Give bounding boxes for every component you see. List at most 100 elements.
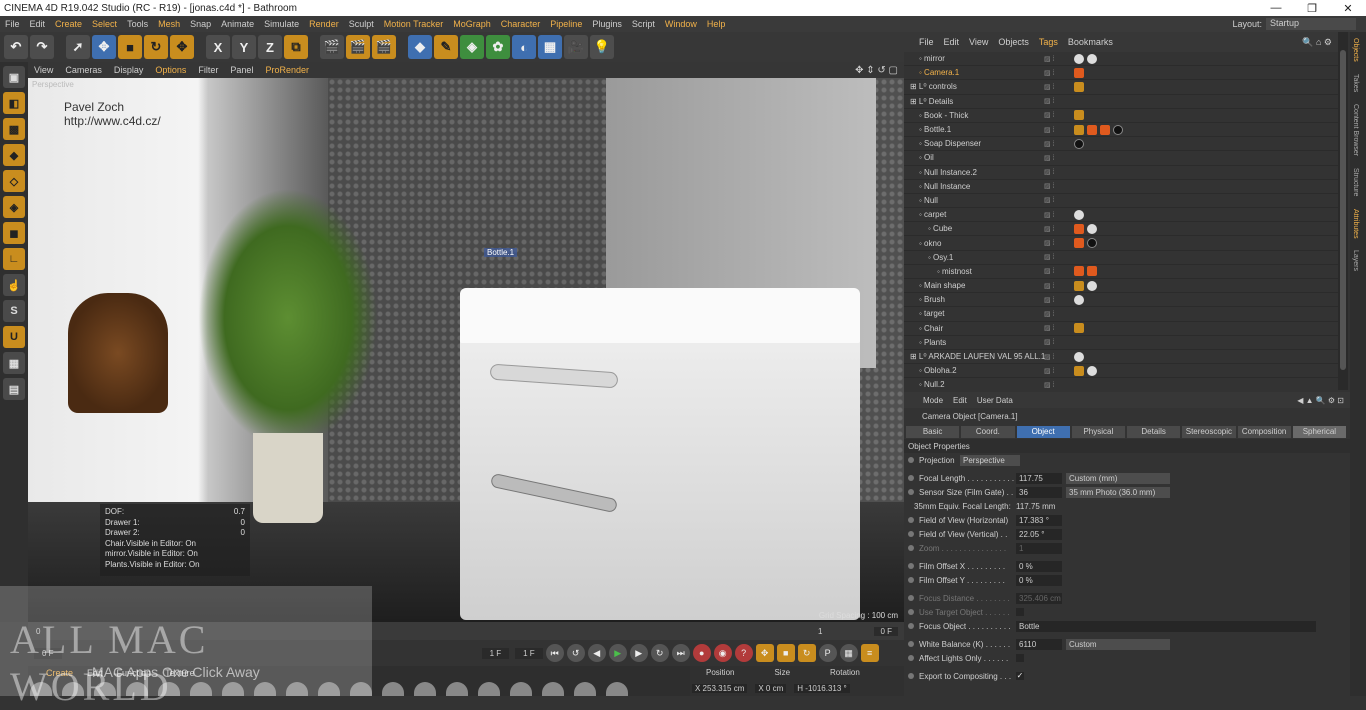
axis-mode-icon[interactable]: ∟ bbox=[3, 248, 25, 270]
scale-key-icon[interactable]: ■ bbox=[776, 644, 795, 662]
material-swatch[interactable] bbox=[542, 682, 564, 696]
object-name[interactable]: ◦ Main shape bbox=[919, 281, 965, 290]
menu-help[interactable]: Help bbox=[702, 19, 731, 29]
menu-sculpt[interactable]: Sculpt bbox=[344, 19, 379, 29]
attribute-nav-icons[interactable]: ◀ ▲ 🔍 ⚙ ⊡ bbox=[1292, 396, 1350, 405]
menu-render[interactable]: Render bbox=[304, 19, 344, 29]
anim-dot[interactable] bbox=[908, 517, 914, 523]
object-name[interactable]: ⊞ L⁰ Details bbox=[910, 97, 953, 106]
hud-value[interactable]: 0 bbox=[241, 518, 245, 529]
visibility-flags[interactable]: ▨ ⁞ bbox=[1044, 126, 1055, 134]
object-manager-scrollbar[interactable] bbox=[1338, 32, 1348, 390]
size-x-field[interactable]: X 0 cm bbox=[755, 684, 787, 693]
x-axis-icon[interactable]: X bbox=[206, 35, 230, 59]
object-name[interactable]: ◦ Null.2 bbox=[919, 380, 945, 389]
affect-lights-checkbox[interactable] bbox=[1016, 654, 1024, 662]
object-row[interactable]: ◦ Cube ▨ ⁞ bbox=[904, 222, 1338, 237]
prev-frame-icon[interactable]: ◀ bbox=[587, 644, 606, 662]
tag-icon[interactable] bbox=[1113, 124, 1123, 135]
projection-select[interactable]: Perspective bbox=[960, 454, 1020, 466]
object-name[interactable]: ◦ Null bbox=[919, 196, 938, 205]
render-picture-icon[interactable]: 🎬 bbox=[346, 35, 370, 59]
object-menu-objects[interactable]: Objects bbox=[993, 37, 1034, 47]
camera-icon[interactable]: 🎥 bbox=[564, 35, 588, 59]
export-checkbox[interactable]: ✓ bbox=[1016, 672, 1024, 680]
z-axis-icon[interactable]: Z bbox=[258, 35, 282, 59]
anim-dot[interactable] bbox=[908, 475, 914, 481]
tag-icon[interactable] bbox=[1074, 280, 1084, 291]
hud-value[interactable]: 0 bbox=[241, 528, 245, 539]
viewport-menu-prorender[interactable]: ProRender bbox=[259, 65, 315, 75]
object-name[interactable]: ◦ Cube bbox=[928, 224, 952, 233]
scroll-thumb[interactable] bbox=[1340, 50, 1346, 370]
preview-max-field[interactable]: 1 F bbox=[481, 647, 510, 659]
next-key-icon[interactable]: ↻ bbox=[650, 644, 669, 662]
viewport[interactable]: Perspective Pavel Zoch http://www.c4d.cz… bbox=[28, 78, 904, 622]
tag-icon[interactable] bbox=[1087, 53, 1097, 64]
tab-object[interactable]: Object bbox=[1016, 426, 1070, 438]
object-row[interactable]: ◦ Osy.1 ▨ ⁞ bbox=[904, 251, 1338, 265]
y-axis-icon[interactable]: Y bbox=[232, 35, 256, 59]
tab-physical[interactable]: Physical bbox=[1071, 426, 1125, 438]
visibility-flags[interactable]: ▨ ⁞ bbox=[1044, 154, 1055, 162]
side-tab-objects[interactable]: Objects bbox=[1350, 32, 1361, 68]
goto-end-icon[interactable]: ⏭ bbox=[671, 644, 690, 662]
sensor-preset[interactable]: 35 mm Photo (36.0 mm) bbox=[1066, 486, 1170, 498]
visibility-flags[interactable]: ▨ ⁞ bbox=[1044, 381, 1055, 389]
tab-spherical[interactable]: Spherical bbox=[1292, 426, 1346, 438]
visibility-flags[interactable]: ▨ ⁞ bbox=[1044, 182, 1055, 190]
side-tab-structure[interactable]: Structure bbox=[1350, 162, 1361, 202]
material-swatch[interactable] bbox=[414, 682, 436, 696]
magnet-icon[interactable]: U bbox=[3, 326, 25, 348]
layout-select[interactable]: Startup bbox=[1266, 18, 1356, 30]
tag-icon[interactable] bbox=[1100, 124, 1110, 135]
side-tab-layers[interactable]: Layers bbox=[1350, 244, 1361, 277]
visibility-flags[interactable]: ▨ ⁞ bbox=[1044, 168, 1055, 176]
tab-composition[interactable]: Composition bbox=[1237, 426, 1291, 438]
tag-icon[interactable] bbox=[1087, 223, 1097, 234]
object-name[interactable]: ◦ Brush bbox=[919, 295, 945, 304]
object-name[interactable]: ◦ mirror bbox=[919, 54, 945, 63]
tag-icon[interactable] bbox=[1087, 266, 1097, 277]
close-button[interactable]: ✕ bbox=[1330, 2, 1366, 15]
visibility-flags[interactable]: ▨ ⁞ bbox=[1044, 367, 1055, 375]
tweak-icon[interactable]: ☝ bbox=[3, 274, 25, 296]
visibility-flags[interactable]: ▨ ⁞ bbox=[1044, 239, 1055, 247]
menu-script[interactable]: Script bbox=[627, 19, 660, 29]
model-mode-icon[interactable]: ◧ bbox=[3, 92, 25, 114]
object-row[interactable]: ⊞ L⁰ controls ▨ ⁞ bbox=[904, 80, 1338, 95]
object-name[interactable]: ◦ Null Instance.2 bbox=[919, 168, 977, 177]
tag-icon[interactable] bbox=[1074, 53, 1084, 64]
object-row[interactable]: ◦ Plants ▨ ⁞ bbox=[904, 336, 1338, 350]
tab-basic[interactable]: Basic bbox=[906, 426, 960, 438]
tag-icon[interactable] bbox=[1074, 351, 1084, 362]
make-editable-icon[interactable]: ▣ bbox=[3, 66, 25, 88]
material-swatch[interactable] bbox=[510, 682, 532, 696]
object-name[interactable]: ◦ target bbox=[919, 309, 945, 318]
object-name[interactable]: ◦ Osy.1 bbox=[928, 253, 953, 262]
position-key-icon[interactable]: ✥ bbox=[755, 644, 774, 662]
material-swatch[interactable] bbox=[446, 682, 468, 696]
next-frame-icon[interactable]: ▶ bbox=[629, 644, 648, 662]
object-row[interactable]: ◦ Main shape ▨ ⁞ bbox=[904, 279, 1338, 294]
visibility-flags[interactable]: ▨ ⁞ bbox=[1044, 97, 1055, 105]
object-name[interactable]: ◦ okno bbox=[919, 239, 941, 248]
material-swatch[interactable] bbox=[478, 682, 500, 696]
object-name[interactable]: ◦ Null Instance bbox=[919, 182, 970, 191]
menu-character[interactable]: Character bbox=[496, 19, 546, 29]
pla-key-icon[interactable]: ▦ bbox=[839, 644, 858, 662]
anim-dot[interactable] bbox=[908, 641, 914, 647]
end-frame-field[interactable]: 1 F bbox=[515, 647, 543, 659]
material-swatch[interactable] bbox=[382, 682, 404, 696]
menu-pipeline[interactable]: Pipeline bbox=[545, 19, 587, 29]
move-icon[interactable]: ✥ bbox=[92, 35, 116, 59]
autokey-icon[interactable]: ◉ bbox=[713, 644, 732, 662]
anim-dot[interactable] bbox=[908, 609, 914, 615]
transform-icon[interactable]: ✥ bbox=[170, 35, 194, 59]
white-balance-field[interactable]: 6110 bbox=[1016, 638, 1062, 650]
anim-dot[interactable] bbox=[908, 545, 914, 551]
workplane-icon[interactable]: ◆ bbox=[3, 144, 25, 166]
snap-icon[interactable]: S bbox=[3, 300, 25, 322]
object-row[interactable]: ◦ Oil ▨ ⁞ bbox=[904, 151, 1338, 166]
object-row[interactable]: ◦ Soap Dispenser ▨ ⁞ bbox=[904, 137, 1338, 152]
